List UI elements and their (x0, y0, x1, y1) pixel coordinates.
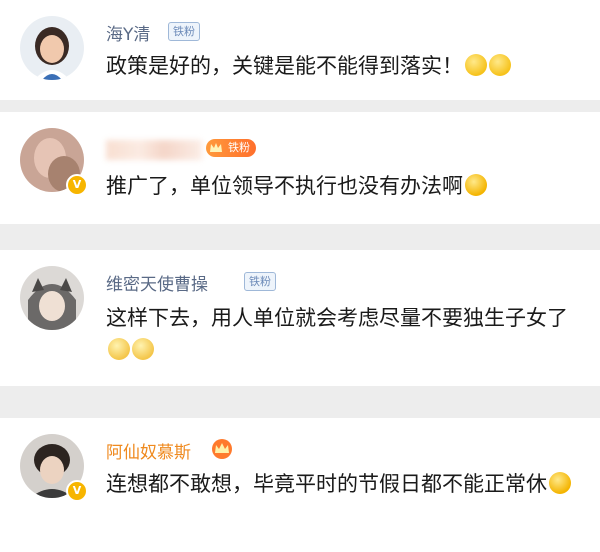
comment-text-wrap: 推广了，单位领导不执行也没有办法啊 (106, 170, 576, 202)
comment-text: 政策是好的，关键是能不能得到落实！ (106, 54, 463, 78)
crown-icon (212, 439, 232, 459)
comment-item: 海Y清 铁粉 政策是好的，关键是能不能得到落实！ (0, 0, 600, 100)
laugh-cry-icon (465, 174, 487, 196)
crying-face-icon (549, 472, 571, 494)
dizzy-face-icon (108, 338, 130, 360)
comment-text-wrap: 连想都不敢想，毕竟平时的节假日都不能正常休 (106, 468, 586, 500)
sweat-smile-icon (465, 54, 487, 76)
comment-text: 连想都不敢想，毕竟平时的节假日都不能正常休 (106, 472, 547, 496)
comment-item: 维密天使曹操 铁粉 这样下去，用人单位就会考虑尽量不要独生子女了 (0, 250, 600, 386)
fan-badge-label: 铁粉 (228, 141, 250, 154)
crown-icon (210, 143, 222, 152)
username[interactable]: 海Y清 (106, 20, 150, 45)
avatar[interactable] (20, 16, 84, 80)
comment-text-wrap: 这样下去，用人单位就会考虑尽量不要独生子女了 (106, 302, 586, 366)
verified-badge-icon: V (66, 480, 88, 502)
comment-item: V 铁粉 推广了，单位领导不执行也没有办法啊 (0, 112, 600, 224)
comment-item: V 阿仙奴慕斯 连想都不敢想，毕竟平时的节假日都不能正常休 (0, 418, 600, 552)
comment-text-wrap: 政策是好的，关键是能不能得到落实！ (106, 50, 576, 82)
vip-fan-badge: 铁粉 (206, 139, 256, 157)
username[interactable]: 维密天使曹操 (106, 270, 208, 295)
username-blurred[interactable] (106, 140, 202, 160)
sweat-smile-icon (489, 54, 511, 76)
comment-text: 这样下去，用人单位就会考虑尽量不要独生子女了 (106, 306, 568, 330)
fan-badge: 铁粉 (244, 272, 276, 291)
avatar[interactable] (20, 266, 84, 330)
dizzy-face-icon (132, 338, 154, 360)
verified-badge-icon: V (66, 174, 88, 196)
username[interactable]: 阿仙奴慕斯 (106, 438, 191, 463)
fan-badge: 铁粉 (168, 22, 200, 41)
comment-text: 推广了，单位领导不执行也没有办法啊 (106, 174, 463, 198)
